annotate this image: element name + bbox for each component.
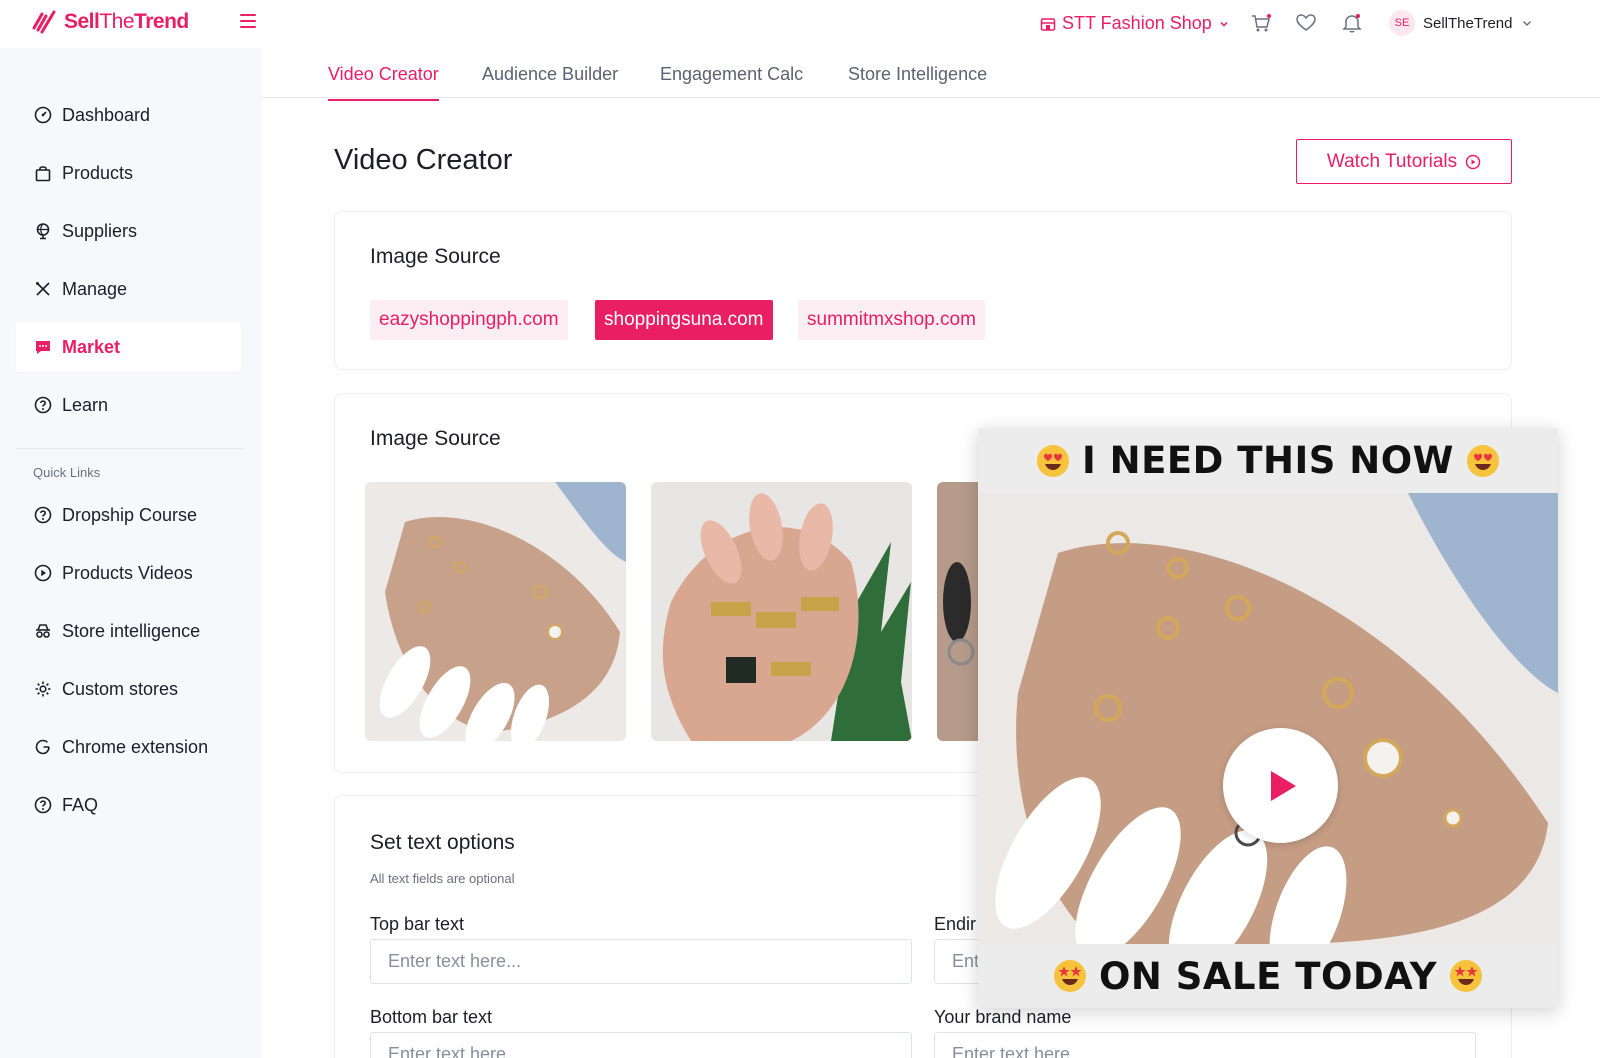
heart-icon[interactable] [1295,12,1317,34]
video-bottom-bar: ON SALE TODAY [978,944,1558,1008]
star-eyes-emoji-icon [1053,960,1086,992]
nav-divider [16,448,244,449]
sidebar-item-label: Chrome extension [62,736,209,757]
quick-links-label: Quick Links [33,465,101,480]
tab-bar: Video Creator Audience Builder Engagemen… [262,48,1600,101]
sidebar-item-label: Suppliers [62,220,138,241]
sidebar-item-faq[interactable]: FAQ [16,780,241,830]
sidebar-item-custom-stores[interactable]: Custom stores [16,664,241,714]
sidebar-item-label: FAQ [62,794,99,815]
play-circle-icon [1465,154,1481,169]
sidebar-item-chrome-extension[interactable]: Chrome extension [16,722,241,772]
tab-video-creator[interactable]: Video Creator [328,64,439,101]
product-image-1[interactable] [365,482,626,741]
source-chip-summitmxshop[interactable]: summitmxshop.com [798,300,985,340]
chevron-down-icon [1220,21,1228,27]
gear-icon [35,681,51,697]
heart-eyes-emoji-icon [1037,444,1069,477]
avatar: SE [1389,10,1415,36]
sidebar-item-products[interactable]: Products [16,148,241,198]
shop-name: STT Fashion Shop [1062,13,1212,33]
sidebar-item-learn[interactable]: Learn [16,380,241,430]
source-chip-shoppingsuna[interactable]: shoppingsuna.com [595,300,773,340]
tab-audience-builder[interactable]: Audience Builder [482,64,618,99]
text-options-title: Set text options [370,831,515,854]
video-frame [978,493,1558,944]
sidebar-item-label: Learn [62,394,109,415]
bell-icon[interactable] [1341,12,1363,34]
sidebar: SellTheTrend Dashboard Products Suppliers M… [0,0,262,1058]
brand-name-input[interactable] [934,1032,1476,1058]
help-circle-icon [34,506,52,524]
watch-tutorials-button[interactable]: Watch Tutorials [1296,139,1512,184]
sidebar-item-label: Market [62,336,121,357]
globe-icon [36,223,50,240]
sidebar-item-dropship-course[interactable]: Dropship Course [16,490,241,540]
play-icon [1270,770,1296,801]
help-circle-icon [34,796,52,814]
video-top-bar: I NEED THIS NOW [978,428,1558,493]
help-circle-icon [34,396,52,414]
store-icon [1040,17,1056,31]
bottom-bar-input[interactable] [370,1032,912,1058]
ending-label: Endir [934,914,977,934]
top-bar-input[interactable] [370,939,912,984]
image-source-card: Image Source eazyshoppingph.com shopping… [334,211,1512,370]
video-top-text: I NEED THIS NOW [1082,439,1454,482]
top-bar-label: Top bar text [370,914,465,934]
tools-icon [36,282,50,296]
sidebar-item-label: Manage [62,278,128,299]
play-circle-icon [34,564,52,582]
sidebar-item-label: Custom stores [62,678,179,699]
source-chip-eazyshoppingph[interactable]: eazyshoppingph.com [370,300,568,340]
user-name: SellTheTrend [1423,14,1513,32]
shop-selector[interactable]: STT Fashion Shop [1040,13,1230,34]
bag-icon [35,166,51,182]
tab-store-intelligence[interactable]: Store Intelligence [848,64,987,99]
video-preview: I NEED THIS NOW ON SALE TODAY [978,428,1558,1008]
bottom-bar-label: Bottom bar text [370,1007,493,1027]
brand-name-label: Your brand name [934,1007,1072,1027]
logo-text-sell: Sell [64,10,100,33]
quick-links-nav: Dropship Course Products Videos Store inte… [16,490,241,838]
topbar: STT Fashion Shop SE SellTheTrend [262,0,1600,48]
logo-text-the: The [99,10,135,33]
product-image-2[interactable] [651,482,912,741]
menu-toggle-icon[interactable] [240,14,256,30]
sidebar-item-label: Dashboard [62,104,151,125]
sidebar-item-label: Dropship Course [62,504,198,525]
main-nav: Dashboard Products Suppliers Manage Market Le… [16,90,241,438]
spy-icon [36,624,50,638]
sidebar-item-label: Store intelligence [62,620,201,641]
sidebar-item-suppliers[interactable]: Suppliers [16,206,241,256]
sidebar-item-manage[interactable]: Manage [16,264,241,314]
watch-tutorials-label: Watch Tutorials [1326,150,1458,172]
logo-mark-icon [32,10,56,34]
star-eyes-emoji-icon [1450,960,1483,992]
logo-bar: SellTheTrend [0,0,262,48]
sidebar-item-store-intelligence[interactable]: Store intelligence [16,606,241,656]
images-title: Image Source [370,427,501,450]
heart-eyes-emoji-icon [1467,444,1499,477]
sidebar-item-market[interactable]: Market [16,322,241,372]
logo-text-trend: Trend [134,10,189,33]
chevron-down-icon [1522,20,1531,27]
video-bottom-text: ON SALE TODAY [1098,954,1438,998]
logo[interactable]: SellTheTrend [32,10,189,34]
google-icon [35,739,50,755]
sidebar-item-label: Products Videos [62,562,193,583]
sidebar-item-label: Products [62,162,134,183]
dashboard-icon [34,106,52,124]
chat-icon [36,341,50,354]
user-menu[interactable]: SE SellTheTrend [1389,10,1533,36]
text-options-subtitle: All text fields are optional [370,871,515,886]
image-source-title: Image Source [370,245,501,268]
cart-icon[interactable] [1250,12,1272,34]
tab-engagement-calc[interactable]: Engagement Calc [660,64,803,99]
page-title: Video Creator [334,144,513,176]
sidebar-item-products-videos[interactable]: Products Videos [16,548,241,598]
sidebar-item-dashboard[interactable]: Dashboard [16,90,241,140]
play-button[interactable] [1223,728,1338,843]
